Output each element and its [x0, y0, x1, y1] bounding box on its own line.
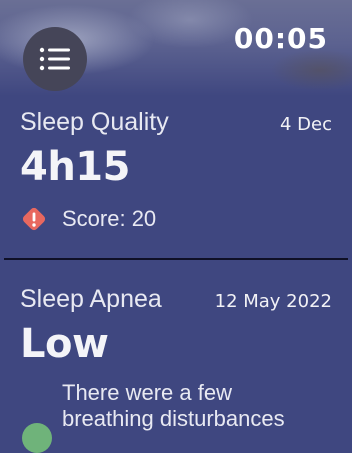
menu-button[interactable] — [23, 27, 87, 91]
sleep-quality-card[interactable]: Sleep Quality 4 Dec 4h15 Score: 20 — [20, 108, 332, 233]
sleep-quality-date: 4 Dec — [279, 114, 332, 135]
menu-list-icon — [39, 47, 70, 71]
sleep-apnea-title: Sleep Apnea — [20, 285, 162, 313]
section-divider — [4, 258, 348, 260]
detail-line-2: breathing disturbances — [62, 406, 285, 431]
status-dot-icon — [22, 423, 52, 453]
sleep-apnea-value: Low — [20, 321, 109, 367]
sleep-quality-title: Sleep Quality — [20, 108, 169, 136]
sleep-apnea-card[interactable]: Sleep Apnea 12 May 2022 Low — [20, 285, 332, 364]
score-row: Score: 20 — [20, 205, 332, 233]
sleep-apnea-date: 12 May 2022 — [214, 291, 332, 312]
detail-line-1: There were a few — [62, 380, 232, 405]
score-label: Score: 20 — [62, 206, 157, 231]
warning-diamond-icon — [22, 207, 46, 231]
sleep-apnea-detail: There were a few breathing disturbances — [62, 380, 352, 432]
sleep-quality-value: 4h15 — [20, 144, 130, 190]
clock-time: 00:05 — [233, 22, 328, 55]
